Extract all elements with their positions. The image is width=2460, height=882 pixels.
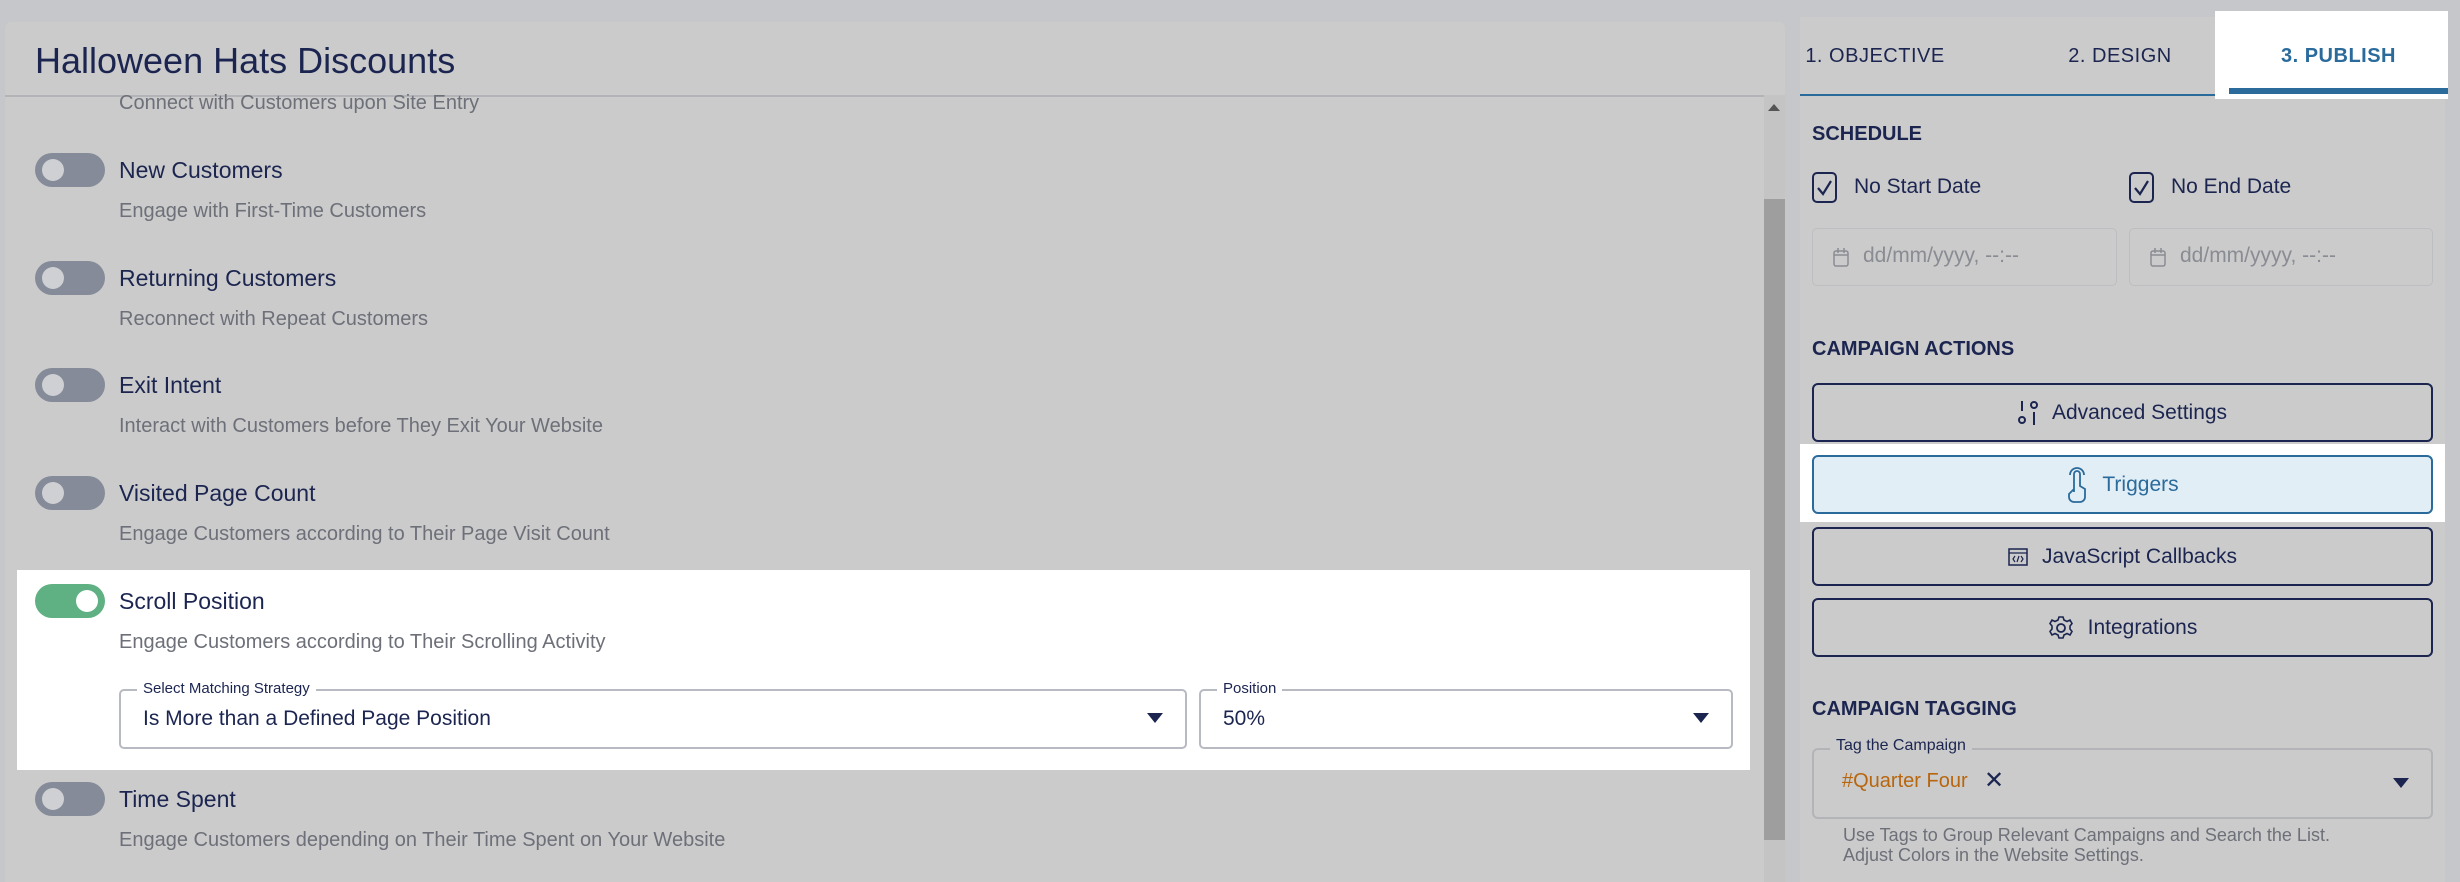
advanced-settings-button[interactable]: Advanced Settings xyxy=(1812,383,2433,442)
toggle-visited-page-count[interactable] xyxy=(35,476,105,510)
trigger-desc: Engage Customers according to Their Scro… xyxy=(119,631,606,653)
remove-tag-icon[interactable]: ✕ xyxy=(1984,766,2004,795)
tab-objective[interactable]: 1. OBJECTIVE xyxy=(1800,17,1950,95)
toggle-new-customers[interactable] xyxy=(35,153,105,187)
end-date-input[interactable]: dd/mm/yyyy, --:-- xyxy=(2129,228,2433,286)
trigger-title: Visited Page Count xyxy=(119,480,316,506)
no-start-date-checkbox[interactable] xyxy=(1812,172,1837,203)
campaign-tagging-heading: CAMPAIGN TAGGING xyxy=(1812,698,2017,720)
dropdown-arrow-icon[interactable] xyxy=(2393,778,2409,788)
tag-chip: #Quarter Four xyxy=(1842,770,1968,792)
integrations-button[interactable]: Integrations xyxy=(1812,598,2433,657)
checkmark-icon xyxy=(2134,180,2149,196)
date-placeholder: dd/mm/yyyy, --:-- xyxy=(2180,244,2336,267)
trigger-desc: Engage with First-Time Customers xyxy=(119,200,427,222)
checkmark-icon xyxy=(1817,180,1832,196)
triggers-button[interactable]: Triggers xyxy=(1812,455,2433,514)
calendar-icon xyxy=(1833,248,1849,267)
matching-strategy-select[interactable]: Select Matching Strategy Is More than a … xyxy=(119,680,1187,749)
code-window-icon xyxy=(2008,547,2028,566)
toggle-scroll-position[interactable] xyxy=(35,584,105,618)
tab-publish[interactable]: 3. PUBLISH xyxy=(2229,17,2448,95)
no-end-date-label: No End Date xyxy=(2171,175,2292,198)
date-placeholder: dd/mm/yyyy, --:-- xyxy=(1863,244,2019,267)
button-label: JavaScript Callbacks xyxy=(2042,544,2237,568)
sliders-icon xyxy=(2017,400,2038,425)
select-value: 50% xyxy=(1223,707,1266,730)
toggle-time-spent[interactable] xyxy=(35,782,105,816)
tagging-help-text: Use Tags to Group Relevant Campaigns and… xyxy=(1843,825,2330,845)
no-start-date-label: No Start Date xyxy=(1854,175,1982,198)
trigger-title: Scroll Position xyxy=(119,588,265,614)
trigger-title: Exit Intent xyxy=(119,372,222,398)
field-label: Tag the Campaign xyxy=(1830,737,1972,755)
javascript-callbacks-button[interactable]: JavaScript Callbacks xyxy=(1812,527,2433,586)
select-label: Position xyxy=(1217,680,1283,697)
select-label: Select Matching Strategy xyxy=(137,680,316,697)
toggle-returning-customers[interactable] xyxy=(35,261,105,295)
scroll-up-arrow-icon[interactable] xyxy=(1768,104,1780,111)
tab-design[interactable]: 2. DESIGN xyxy=(2045,17,2195,95)
trigger-desc: Connect with Customers upon Site Entry xyxy=(119,92,480,114)
button-label: Advanced Settings xyxy=(2051,400,2228,424)
trigger-desc: Engage Customers according to Their Page… xyxy=(119,523,610,545)
button-label: Triggers xyxy=(2102,472,2179,496)
trigger-title: New Customers xyxy=(119,157,283,183)
no-end-date-checkbox[interactable] xyxy=(2129,172,2154,203)
trigger-desc: Interact with Customers before They Exit… xyxy=(119,415,603,437)
page-title: Halloween Hats Discounts xyxy=(35,40,456,81)
start-date-input[interactable]: dd/mm/yyyy, --:-- xyxy=(1812,228,2117,286)
tagging-help-text: Adjust Colors in the Website Settings. xyxy=(1843,845,2144,865)
tag-campaign-select[interactable]: Tag the Campaign #Quarter Four ✕ xyxy=(1812,737,2433,819)
position-select[interactable]: Position 50% xyxy=(1199,680,1733,749)
schedule-heading: SCHEDULE xyxy=(1812,123,1923,145)
calendar-icon xyxy=(2150,248,2166,267)
active-tab-indicator xyxy=(2229,88,2448,94)
button-label: Integrations xyxy=(2087,615,2198,639)
pointing-hand-icon xyxy=(2068,466,2087,503)
trigger-desc: Reconnect with Repeat Customers xyxy=(119,308,429,330)
campaign-actions-heading: CAMPAIGN ACTIONS xyxy=(1812,338,2015,360)
scrollbar-thumb[interactable] xyxy=(1764,199,1785,840)
dropdown-arrow-icon xyxy=(1147,713,1163,723)
trigger-title: Time Spent xyxy=(119,786,236,812)
dropdown-arrow-icon xyxy=(1693,713,1709,723)
trigger-title: Returning Customers xyxy=(119,265,337,291)
gear-icon xyxy=(2048,615,2073,639)
toggle-exit-intent[interactable] xyxy=(35,368,105,402)
select-value: Is More than a Defined Page Position xyxy=(143,707,491,730)
trigger-desc: Engage Customers depending on Their Time… xyxy=(119,829,726,851)
